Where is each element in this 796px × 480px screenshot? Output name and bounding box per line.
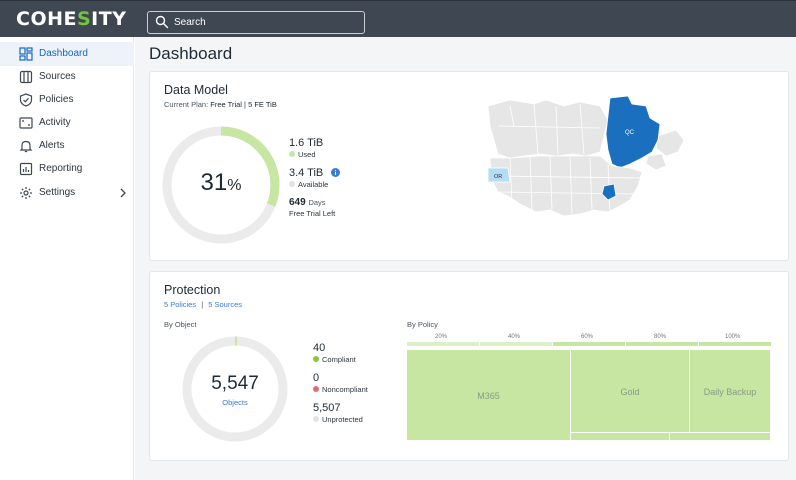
- sidebar-item-label: Policies: [39, 94, 74, 105]
- sidebar-item-reporting[interactable]: Reporting: [0, 157, 134, 181]
- treemap-cell-small[interactable]: [571, 433, 669, 440]
- objects-label[interactable]: Objects: [182, 398, 288, 407]
- sidebar-item-activity[interactable]: Activity: [0, 111, 134, 135]
- noncompliant-legend: Noncompliant: [313, 385, 368, 394]
- unprotected-value: 5,507: [313, 402, 341, 414]
- gear-icon: [20, 187, 32, 199]
- sidebar-item-label: Dashboard: [39, 48, 88, 59]
- current-plan: Current Plan: Free Trial | 5 FE TiB: [164, 100, 277, 109]
- protection-title: Protection: [164, 283, 221, 297]
- treemap-cell-small[interactable]: [670, 433, 770, 440]
- treemap-header-segment: [553, 342, 625, 346]
- protection-card: Protection 5 Policies | 5 Sources By Obj…: [149, 271, 789, 461]
- search-input[interactable]: Search: [147, 11, 365, 34]
- used-dot: [289, 151, 295, 158]
- treemap-header-segment: [626, 342, 698, 346]
- sidebar-item-policies[interactable]: Policies: [0, 88, 134, 112]
- sidebar-item-dashboard[interactable]: Dashboard: [0, 42, 134, 66]
- sidebar-item-label: Settings: [39, 187, 76, 198]
- or-label: OR: [494, 174, 502, 180]
- axis-tick: 40%: [508, 334, 521, 340]
- noncompliant-value: 0: [313, 372, 320, 384]
- treemap-header-segment: [699, 342, 771, 346]
- unprotected-legend: Unprotected: [313, 415, 363, 424]
- data-model-title: Data Model: [164, 83, 228, 97]
- top-bar: COHESITY Search: [0, 0, 796, 37]
- noncompliant-dot: [313, 386, 319, 393]
- treemap-cell-m365[interactable]: M365: [407, 350, 570, 440]
- days-label: Free Trial Left: [289, 209, 336, 218]
- atlantic-region: [655, 129, 685, 157]
- usage-percent: 31%: [200, 169, 242, 196]
- sidebar-item-label: Activity: [39, 117, 71, 128]
- activity-icon: [19, 117, 33, 129]
- axis-tick: 20%: [435, 334, 448, 340]
- treemap-header-segment: [407, 342, 479, 346]
- unprotected-dot: [313, 416, 319, 423]
- info-icon[interactable]: [331, 167, 341, 177]
- cohesity-logo[interactable]: COHESITY: [16, 8, 126, 30]
- by-policy-label: By Policy: [407, 320, 438, 329]
- sidebar-item-label: Sources: [39, 71, 76, 82]
- used-value: 1.6 TiB: [289, 137, 324, 149]
- page-title: Dashboard: [149, 44, 233, 63]
- sidebar-item-label: Alerts: [39, 140, 65, 151]
- compliant-dot: [313, 356, 319, 363]
- canada-west: [487, 99, 609, 159]
- chevron-right-icon: [120, 188, 126, 198]
- search-placeholder: Search: [174, 17, 206, 28]
- protection-links: 5 Policies | 5 Sources: [164, 300, 243, 309]
- sidebar: Dashboard Sources Policies Activity Aler…: [0, 37, 134, 480]
- sidebar-item-label: Reporting: [39, 163, 83, 174]
- maritimes-region: [645, 153, 667, 171]
- available-dot: [289, 181, 295, 188]
- sidebar-item-alerts[interactable]: Alerts: [0, 134, 134, 158]
- treemap-header-segment: [480, 342, 552, 346]
- compliant-legend: Compliant: [313, 355, 356, 364]
- shield-icon: [19, 93, 33, 107]
- sources-link[interactable]: 5 Sources: [208, 300, 242, 309]
- bell-icon: [19, 140, 33, 153]
- north-america-map: QC OR: [487, 96, 685, 217]
- chart-icon: [19, 162, 33, 176]
- data-model-card: Data Model Current Plan: Free Trial | 5 …: [149, 71, 789, 261]
- treemap-cell-daily-backup[interactable]: Daily Backup: [690, 350, 770, 432]
- sidebar-item-sources[interactable]: Sources: [0, 65, 134, 89]
- used-legend: Used: [289, 150, 316, 159]
- dashboard-icon: [19, 47, 33, 61]
- axis-tick: 60%: [581, 334, 594, 340]
- available-value: 3.4 TiB: [289, 167, 341, 179]
- axis-tick: 80%: [654, 334, 667, 340]
- compliant-value: 40: [313, 342, 326, 354]
- sidebar-item-settings[interactable]: Settings: [0, 181, 134, 205]
- available-legend: Available: [289, 180, 328, 189]
- axis-tick: 100%: [725, 334, 741, 340]
- sources-icon: [19, 70, 33, 84]
- days-remaining: 649 Days: [289, 197, 326, 208]
- treemap-cell-gold[interactable]: Gold: [571, 350, 689, 432]
- objects-total: 5,547: [211, 373, 259, 394]
- by-object-label: By Object: [164, 320, 197, 329]
- qc-label: QC: [625, 130, 635, 136]
- search-icon: [155, 15, 169, 29]
- policies-link[interactable]: 5 Policies: [164, 300, 196, 309]
